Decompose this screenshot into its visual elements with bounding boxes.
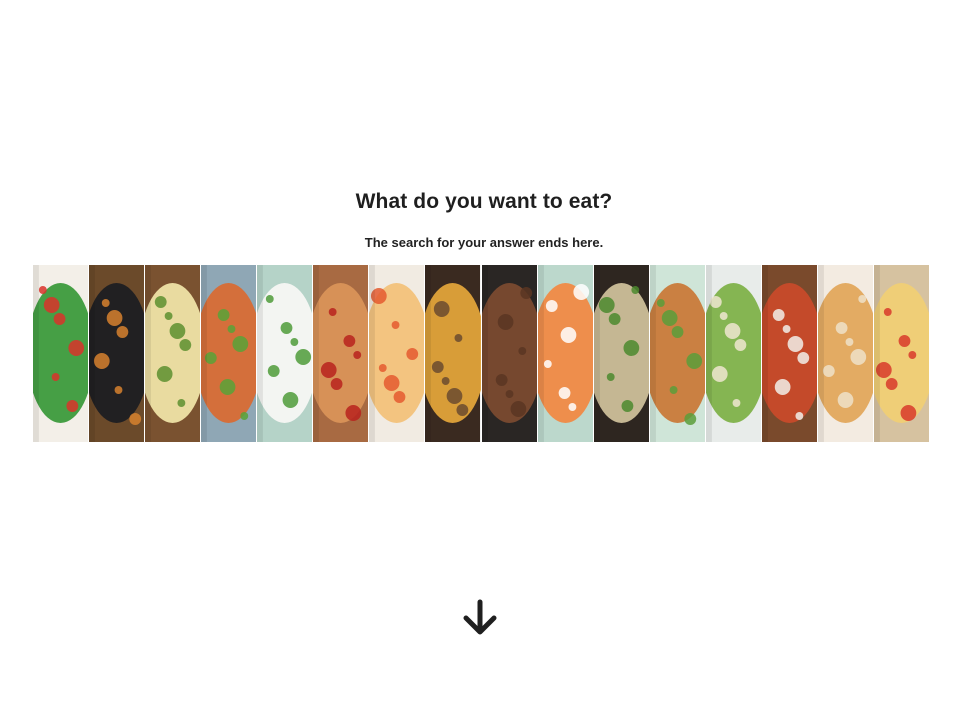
food-image-steaks (481, 265, 538, 442)
food-image-shrimp (537, 265, 594, 442)
food-image-mashed-potatoes (145, 265, 202, 442)
food-image-salad (33, 265, 90, 442)
food-image-casserole (313, 265, 370, 442)
food-image-salmon (201, 265, 258, 442)
food-image-potato-wedges (425, 265, 482, 442)
food-image-mussels (89, 265, 146, 442)
food-image-sausages (761, 265, 818, 442)
food-image-rice (257, 265, 314, 442)
food-image-omelette (873, 265, 929, 442)
food-image-pasta (369, 265, 426, 442)
page-subtitle: The search for your answer ends here. (364, 235, 604, 250)
food-image-caesar-salad (705, 265, 762, 442)
page-title: What do you want to eat? (355, 190, 613, 213)
food-collage (33, 265, 929, 442)
food-image-croissant-coffee (817, 265, 874, 442)
food-image-mushrooms (593, 265, 650, 442)
arrow-down-icon[interactable] (460, 598, 500, 638)
food-image-chicken (649, 265, 706, 442)
